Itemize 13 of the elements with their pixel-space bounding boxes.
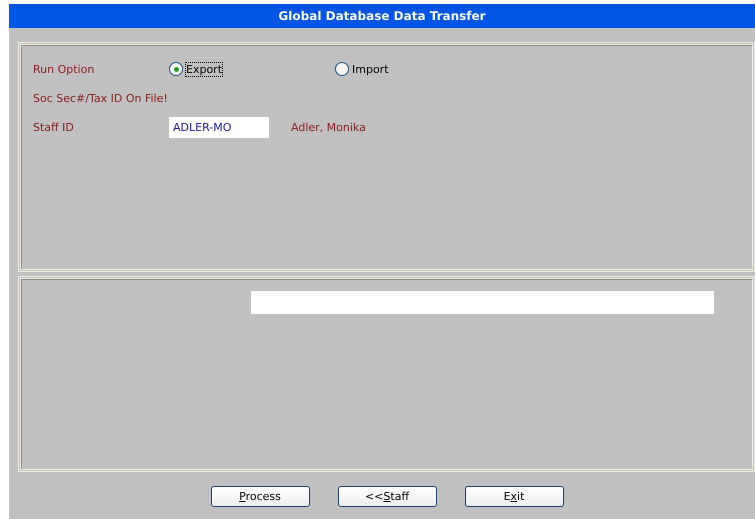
action-button[interactable]: Process [210,486,310,507]
staff-id-field[interactable]: ADLER-MO [169,116,269,138]
notice-text: Soc Sec#/Tax ID On File! [33,92,169,104]
radio-button[interactable] [335,62,349,76]
radio-option[interactable]: Import [335,62,501,76]
staff-id-label: Staff ID [33,120,75,134]
radio-button[interactable] [169,62,183,76]
staff-name: Adler, Monika [291,120,366,134]
action-button[interactable]: Exit [464,486,564,507]
run-option-label: Run Option [33,62,96,76]
action-button[interactable]: <<Staff [338,486,436,507]
radio-option[interactable]: Export [169,62,335,76]
window-title: Global Database Data Transfer [9,4,755,28]
